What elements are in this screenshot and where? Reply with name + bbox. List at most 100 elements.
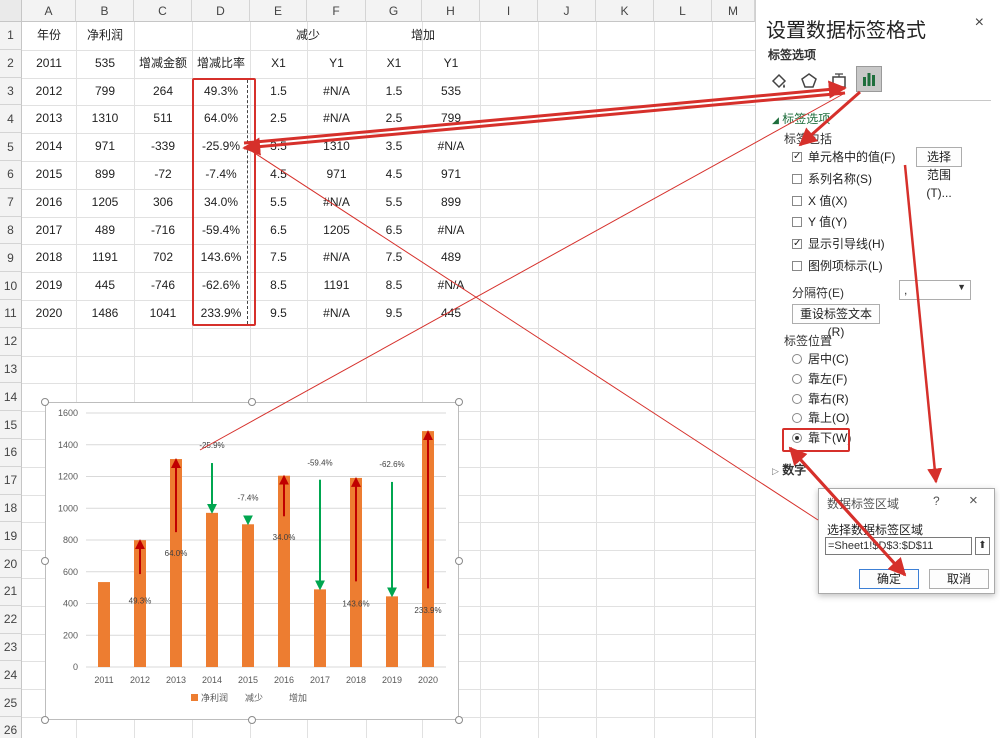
table-cell[interactable]: #N/A: [307, 189, 366, 216]
resize-handle[interactable]: [41, 398, 49, 406]
row-header-23[interactable]: 23: [0, 633, 22, 662]
column-header-G[interactable]: G: [366, 0, 422, 22]
row-header-2[interactable]: 2: [0, 49, 22, 78]
table-cell[interactable]: 2019: [22, 272, 76, 299]
row-header-3[interactable]: 3: [0, 77, 22, 106]
column-header-D[interactable]: D: [192, 0, 250, 22]
row-header-14[interactable]: 14: [0, 383, 22, 412]
row-header-7[interactable]: 7: [0, 188, 22, 217]
table-cell[interactable]: 2.5: [250, 105, 307, 132]
fill-line-icon[interactable]: [768, 70, 790, 92]
row-header-25[interactable]: 25: [0, 689, 22, 717]
reset-label-text-button[interactable]: 重设标签文本(R): [792, 304, 880, 339]
resize-handle[interactable]: [455, 716, 463, 724]
row-header-24[interactable]: 24: [0, 661, 22, 690]
spreadsheet[interactable]: ABCDEFGHIJKLM 1 2 3 4 5 6 7 8 9 10 11 12 13 14 15 16 17 1…: [0, 0, 755, 738]
resize-handle[interactable]: [455, 398, 463, 406]
table-cell[interactable]: 1191: [76, 244, 134, 271]
radio-icon[interactable]: [792, 393, 802, 404]
column-header-B[interactable]: B: [76, 0, 134, 22]
position-radio[interactable]: 居中(C): [792, 350, 849, 368]
row-header-19[interactable]: 19: [0, 522, 22, 551]
select-range-button[interactable]: 选择范围(T)...: [916, 147, 962, 200]
table-cell[interactable]: 8.5: [366, 272, 422, 299]
table-cell[interactable]: 8.5: [250, 272, 307, 299]
table-cell[interactable]: 2018: [22, 244, 76, 271]
label-option-checkbox[interactable]: Y 值(Y): [792, 213, 847, 231]
table-cell[interactable]: #N/A: [307, 105, 366, 132]
table-cell[interactable]: #N/A: [307, 78, 366, 105]
radio-icon[interactable]: [792, 354, 802, 364]
checkbox-icon[interactable]: [792, 261, 802, 271]
row-header-8[interactable]: 8: [0, 216, 22, 245]
table-cell[interactable]: 971: [422, 161, 480, 188]
table-cell[interactable]: 4.5: [366, 161, 422, 188]
column-header-H[interactable]: H: [422, 0, 480, 22]
column-header-K[interactable]: K: [596, 0, 654, 22]
table-cell[interactable]: 2015: [22, 161, 76, 188]
table-cell[interactable]: 971: [76, 133, 134, 160]
table-cell[interactable]: -746: [134, 272, 192, 299]
row-header-17[interactable]: 17: [0, 466, 22, 495]
table-cell[interactable]: 445: [76, 272, 134, 299]
select-all-corner[interactable]: [0, 0, 22, 22]
table-cell[interactable]: 2012: [22, 78, 76, 105]
row-header-22[interactable]: 22: [0, 605, 22, 634]
column-header-C[interactable]: C: [134, 0, 192, 22]
row-header-16[interactable]: 16: [0, 439, 22, 467]
dialog-close-icon[interactable]: ×: [969, 492, 978, 509]
row-header-18[interactable]: 18: [0, 494, 22, 523]
table-cell[interactable]: Y1: [307, 50, 366, 77]
row-header-21[interactable]: 21: [0, 578, 22, 606]
row-header-15[interactable]: 15: [0, 411, 22, 439]
table-cell[interactable]: 1486: [76, 300, 134, 327]
row-header-20[interactable]: 20: [0, 550, 22, 578]
cell-header-profit[interactable]: 净利润: [76, 22, 134, 49]
separator-dropdown[interactable]: , ▼: [899, 280, 971, 300]
column-header-L[interactable]: L: [654, 0, 712, 22]
table-cell[interactable]: X1: [250, 50, 307, 77]
row-header-11[interactable]: 11: [0, 300, 22, 328]
table-cell[interactable]: 264: [134, 78, 192, 105]
checkbox-icon[interactable]: [792, 173, 802, 184]
effects-icon[interactable]: [798, 70, 820, 92]
table-cell[interactable]: 1205: [76, 189, 134, 216]
radio-icon[interactable]: [792, 373, 802, 384]
cell-header-increase[interactable]: 增加: [366, 22, 480, 49]
table-cell[interactable]: 3.5: [250, 133, 307, 160]
resize-handle[interactable]: [455, 557, 463, 565]
table-cell[interactable]: 1041: [134, 300, 192, 327]
table-cell[interactable]: 971: [307, 161, 366, 188]
table-cell[interactable]: 2020: [22, 300, 76, 327]
table-cell[interactable]: #N/A: [307, 244, 366, 271]
cell-header-decrease[interactable]: 减少: [250, 22, 366, 49]
chart-area[interactable]: 0 200 400 600 800 1000 1200 1400 1600 2011 2012 201…: [45, 402, 459, 720]
table-cell[interactable]: 9.5: [250, 300, 307, 327]
table-cell[interactable]: 535: [76, 50, 134, 77]
checkbox-icon[interactable]: ✓: [792, 239, 802, 250]
table-cell[interactable]: 6.5: [250, 217, 307, 244]
table-cell[interactable]: 9.5: [366, 300, 422, 327]
table-cell[interactable]: #N/A: [422, 133, 480, 160]
table-cell[interactable]: 1.5: [250, 78, 307, 105]
help-icon[interactable]: ?: [933, 494, 940, 508]
table-cell[interactable]: 增减比率: [192, 50, 250, 77]
table-cell[interactable]: 6.5: [366, 217, 422, 244]
label-option-checkbox[interactable]: 图例项标示(L): [792, 257, 883, 275]
table-cell[interactable]: 5.5: [250, 189, 307, 216]
size-properties-icon[interactable]: [828, 70, 850, 92]
label-options-header[interactable]: 标签选项: [768, 46, 816, 63]
collapse-dialog-icon[interactable]: ⬆: [975, 537, 990, 555]
row-header-10[interactable]: 10: [0, 272, 22, 300]
table-cell[interactable]: 799: [422, 105, 480, 132]
row-header-6[interactable]: 6: [0, 161, 22, 189]
table-cell[interactable]: 489: [76, 217, 134, 244]
table-cell[interactable]: 1191: [307, 272, 366, 299]
label-options-icon[interactable]: [856, 66, 882, 92]
table-cell[interactable]: 799: [76, 78, 134, 105]
checkbox-icon[interactable]: [792, 217, 802, 228]
range-input[interactable]: =Sheet1!$D$3:$D$11: [825, 537, 972, 555]
column-header-A[interactable]: A: [22, 0, 76, 22]
resize-handle[interactable]: [41, 716, 49, 724]
table-cell[interactable]: 3.5: [366, 133, 422, 160]
